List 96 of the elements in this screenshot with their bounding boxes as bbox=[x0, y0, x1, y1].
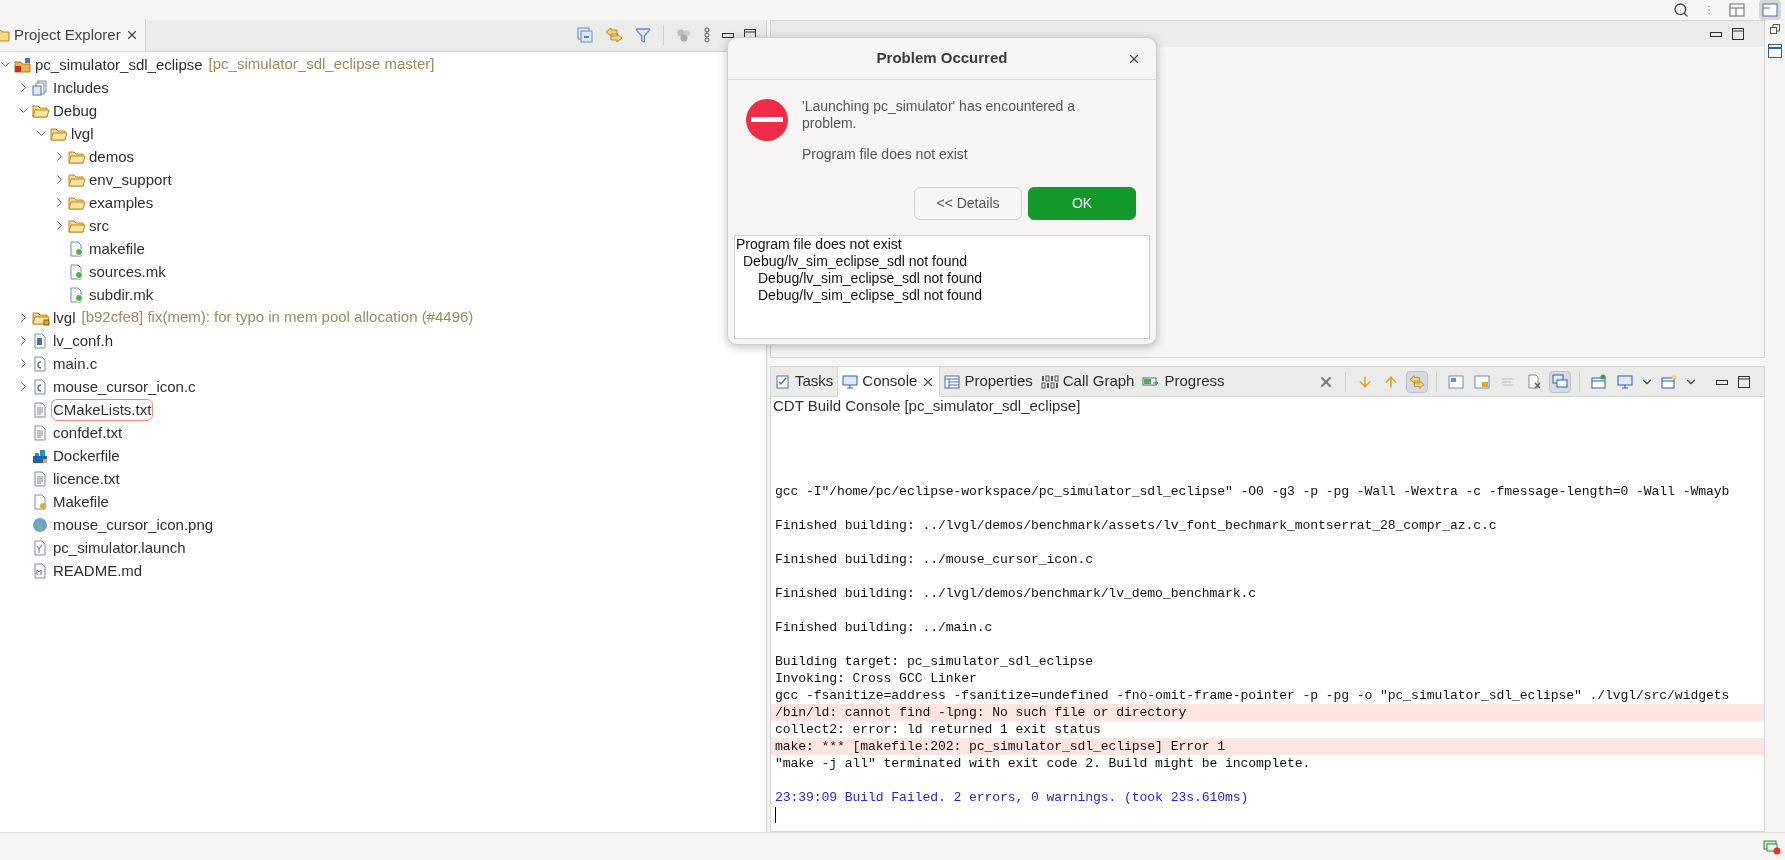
file-icon bbox=[68, 286, 84, 303]
view-tab[interactable]: Console bbox=[837, 366, 941, 397]
console-line: 23:39:09 Build Failed. 2 errors, 0 warnings. (took 23s.610ms) bbox=[774, 789, 1250, 806]
tree-item-label[interactable]: main.c bbox=[52, 353, 99, 374]
docker-icon bbox=[32, 447, 48, 464]
tree-item-label[interactable]: makefile bbox=[88, 238, 146, 259]
filter-icon[interactable] bbox=[635, 27, 651, 43]
tree-item-label[interactable]: demos bbox=[88, 146, 136, 167]
tree-item-label[interactable]: Makefile bbox=[52, 491, 110, 512]
tree-item-label[interactable]: Includes bbox=[52, 77, 110, 98]
error-log-icon[interactable] bbox=[1763, 838, 1781, 855]
folder-icon bbox=[68, 171, 86, 188]
minimize-icon[interactable] bbox=[1710, 30, 1722, 38]
folder-icon bbox=[68, 217, 86, 234]
ok-button[interactable]: OK bbox=[1028, 187, 1136, 220]
search-icon[interactable] bbox=[1673, 2, 1689, 18]
folder-icon bbox=[68, 194, 86, 211]
tree-item-label[interactable]: licence.txt bbox=[52, 468, 121, 489]
view-tab[interactable]: Tasks bbox=[771, 366, 838, 397]
console-line: gcc -I"/home/pc/eclipse-workspace/pc_simulator_sdl_eclipse" -O0 -g3 -p -pg -Wall -Wextra -c -fmessage-length=0 -Wall -Wmayb bbox=[774, 483, 1731, 500]
file-icon bbox=[32, 562, 48, 579]
file-icon bbox=[32, 424, 48, 441]
folder-icon bbox=[0, 27, 10, 43]
tree-item-label[interactable]: subdir.mk bbox=[88, 284, 155, 305]
tree-item-label[interactable]: lvgl bbox=[70, 123, 95, 144]
table-icon bbox=[944, 373, 961, 390]
window-icon[interactable] bbox=[1768, 44, 1782, 58]
binary-icon bbox=[1040, 373, 1059, 390]
project-explorer-tab[interactable]: Project Explorer bbox=[0, 19, 146, 51]
folder-icon bbox=[32, 102, 50, 119]
console-title: CDT Build Console [pc_simulator_sdl_eclipse] bbox=[772, 397, 1082, 415]
tree-item-label[interactable]: pc_simulator.launch bbox=[52, 537, 187, 558]
monitor-icon bbox=[842, 373, 859, 390]
console-line: Finished building: ../mouse_cursor_icon.c bbox=[774, 551, 1095, 568]
file-icon bbox=[32, 332, 48, 349]
tree-item-label[interactable]: src bbox=[88, 215, 110, 236]
tree-item-label[interactable]: mouse_cursor_icon.c bbox=[52, 376, 197, 397]
console-line: collect2: error: ld returned 1 exit status bbox=[774, 721, 1102, 738]
tree-item-decoration: [pc_simulator_sdl_eclipse master] bbox=[208, 54, 435, 75]
minimize-icon[interactable] bbox=[722, 31, 734, 39]
console-line: gcc -fsanitize=address -fsanitize=undefined -fno-omit-frame-pointer -p -pg -o "pc_simulator_sdl_eclipse" ./lvgl/src/widgets bbox=[774, 687, 1731, 704]
restore-icon[interactable] bbox=[1770, 24, 1780, 34]
error-message: 'Launching pc_simulator' has encountered a problem. bbox=[802, 98, 1077, 132]
tree-item-label[interactable]: Debug bbox=[52, 100, 99, 121]
tree-item-decoration: [b92cfe8] fix(mem): for typo in mem pool allocation (#4496) bbox=[81, 307, 474, 328]
file-icon bbox=[32, 470, 48, 487]
folder-icon bbox=[32, 309, 50, 326]
minimize-icon[interactable] bbox=[1716, 377, 1728, 386]
console-line: Building target: pc_simulator_sdl_eclipse bbox=[774, 653, 1095, 670]
tree-item-label[interactable]: README.md bbox=[52, 560, 144, 581]
details-button[interactable]: << Details bbox=[914, 187, 1022, 220]
details-line: Program file does not exist bbox=[736, 236, 903, 253]
tree-item-label[interactable]: mouse_cursor_icon.png bbox=[52, 514, 215, 535]
file-icon bbox=[32, 355, 48, 372]
file-icon bbox=[32, 378, 48, 395]
file-icon bbox=[68, 263, 84, 280]
file-icon bbox=[32, 401, 48, 418]
tree-item-label[interactable]: Dockerfile bbox=[52, 445, 121, 466]
checklist-icon bbox=[775, 373, 791, 390]
tree-item-label[interactable]: CMakeLists.txt bbox=[52, 399, 153, 420]
console-line: "make -j all" terminated with exit code 2. Build might be incomplete. bbox=[774, 755, 1312, 772]
folder-icon bbox=[68, 148, 86, 165]
perspective-icon[interactable] bbox=[1729, 3, 1745, 17]
view-tab[interactable]: Progress bbox=[1138, 366, 1229, 397]
details-line: Debug/lv_sim_eclipse_sdl not found bbox=[757, 287, 984, 304]
console-line: Finished building: ../main.c bbox=[774, 619, 994, 636]
folder-icon bbox=[50, 125, 68, 142]
tree-item-label[interactable]: env_support bbox=[88, 169, 173, 190]
collapse-all-icon[interactable] bbox=[577, 27, 593, 43]
globe-icon bbox=[32, 516, 48, 533]
more-icon[interactable] bbox=[704, 27, 710, 43]
maximize-icon[interactable] bbox=[1732, 28, 1744, 40]
file-icon bbox=[32, 539, 48, 556]
console-line: Finished building: ../lvgl/demos/benchmark/assets/lv_font_bechmark_montserrat_28_compr_az.c.c bbox=[774, 517, 1498, 534]
tree-item-label[interactable]: examples bbox=[88, 192, 155, 213]
tree-item-label[interactable]: confdef.txt bbox=[52, 422, 124, 443]
console-line: Finished building: ../lvgl/demos/benchmark/lv_demo_benchmark.c bbox=[774, 585, 1257, 602]
file-icon bbox=[68, 240, 84, 257]
tree-item-label[interactable]: lv_conf.h bbox=[52, 330, 115, 351]
text-cursor bbox=[775, 806, 776, 823]
error-reason: Program file does not exist bbox=[802, 145, 969, 164]
error-icon bbox=[746, 99, 788, 141]
dialog-title: Problem Occurred bbox=[876, 48, 1008, 69]
project-icon bbox=[14, 56, 32, 73]
details-line: Debug/lv_sim_eclipse_sdl not found bbox=[742, 253, 969, 270]
tree-item-label[interactable]: sources.mk bbox=[88, 261, 167, 282]
file-icon bbox=[32, 493, 48, 510]
maximize-icon[interactable] bbox=[1738, 375, 1750, 388]
tree-item-label[interactable]: pc_simulator_sdl_eclipse bbox=[34, 54, 204, 75]
close-icon[interactable] bbox=[1127, 52, 1141, 66]
console-line: Invoking: Cross GCC Linker bbox=[774, 670, 978, 687]
view-tab[interactable]: Call Graph bbox=[1036, 366, 1139, 397]
library-icon bbox=[32, 79, 48, 96]
view-tab[interactable]: Properties bbox=[940, 366, 1037, 397]
tree-item-label[interactable]: lvgl bbox=[52, 307, 77, 328]
details-line: Debug/lv_sim_eclipse_sdl not found bbox=[757, 270, 984, 287]
